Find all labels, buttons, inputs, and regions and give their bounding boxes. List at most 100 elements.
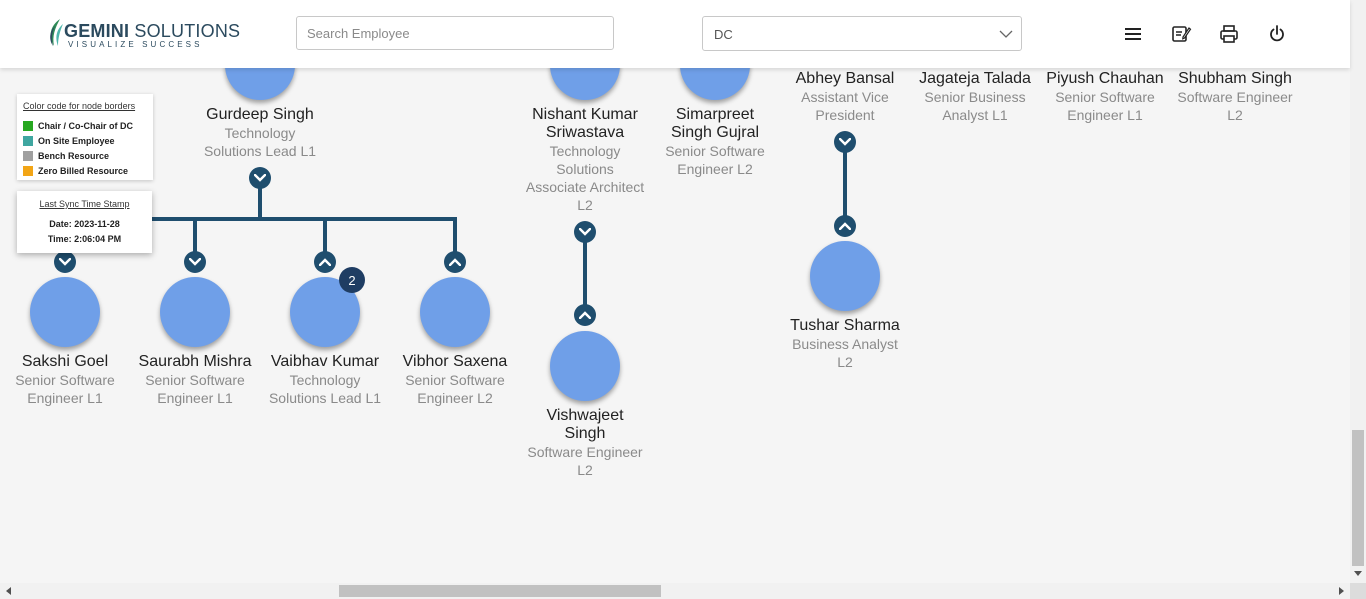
- legend-item: Bench Resource: [23, 150, 109, 162]
- horizontal-scroll-thumb[interactable]: [339, 585, 661, 597]
- employee-name: Tushar Sharma: [790, 317, 900, 334]
- node-gurdeep-text: Gurdeep Singh Technology Solutions Lead …: [190, 106, 330, 160]
- employee-role: Senior Software: [145, 372, 245, 388]
- legend-swatch: [23, 121, 33, 131]
- avatar-tushar[interactable]: [810, 241, 880, 311]
- employee-name: Sriwastava: [545, 124, 625, 141]
- employee-role: Software Engineer: [1177, 89, 1293, 105]
- menu-icon[interactable]: [1122, 23, 1144, 45]
- chevron-down-icon: [839, 138, 851, 146]
- employee-role: Engineer L2: [677, 161, 753, 177]
- collapse-toggle[interactable]: [249, 167, 271, 189]
- employee-role: Business Analyst: [792, 336, 898, 352]
- employee-role: Associate Architect: [525, 179, 645, 195]
- chevron-up-icon: [449, 258, 461, 266]
- collapse-toggle[interactable]: [834, 131, 856, 153]
- legend-item: Zero Billed Resource: [23, 165, 128, 177]
- search-employee-input[interactable]: [296, 16, 614, 50]
- node-jagateja-text: Jagateja Talada Senior Business Analyst …: [905, 70, 1045, 124]
- legend-label: Bench Resource: [38, 151, 110, 161]
- scrollbar-corner: [1350, 583, 1366, 599]
- scroll-left-arrow-icon[interactable]: [2, 583, 16, 599]
- employee-role: Senior Business: [924, 89, 1026, 105]
- employee-name: Gurdeep Singh: [206, 106, 314, 123]
- employee-role: L2: [1227, 107, 1243, 123]
- employee-name: Singh Gujral: [670, 124, 760, 141]
- employee-name: Vibhor Saxena: [402, 353, 508, 370]
- chevron-down-icon: [59, 258, 71, 266]
- employee-name: Vishwajeet: [546, 407, 624, 424]
- expand-toggle[interactable]: [184, 251, 206, 273]
- chevron-up-icon: [319, 258, 331, 266]
- employee-role: Solutions Lead L1: [268, 390, 382, 406]
- chevron-down-icon: [999, 30, 1013, 38]
- legend-label: Zero Billed Resource: [38, 166, 129, 176]
- chevron-down-icon: [254, 174, 266, 182]
- employee-role: L2: [837, 354, 853, 370]
- reportee-count-badge[interactable]: 2: [339, 267, 365, 293]
- avatar-saurabh[interactable]: [160, 277, 230, 347]
- employee-role: Senior Software: [1055, 89, 1155, 105]
- employee-role: Technology: [289, 372, 361, 388]
- node-nishant-text: Nishant Kumar Sriwastava Technology Solu…: [515, 106, 655, 214]
- employee-role: Technology: [224, 125, 296, 141]
- expand-toggle[interactable]: [54, 251, 76, 273]
- node-saurabh-text: Saurabh Mishra Senior Software Engineer …: [125, 353, 265, 407]
- horizontal-scrollbar[interactable]: [0, 583, 1350, 599]
- legend-label: Chair / Co-Chair of DC: [38, 121, 134, 131]
- legend-swatch: [23, 136, 33, 146]
- employee-role: L2: [577, 462, 593, 478]
- sync-time: Time: 2:06:04 PM: [47, 234, 122, 244]
- employee-role: President: [815, 107, 875, 123]
- border-color-legend: Color code for node borders Chair / Co-C…: [17, 94, 153, 180]
- vertical-scroll-thumb[interactable]: [1352, 430, 1364, 566]
- legend-title: Color code for node borders: [23, 101, 136, 111]
- node-vibhor-text: Vibhor Saxena Senior Software Engineer L…: [385, 353, 525, 407]
- collapse-toggle[interactable]: [444, 251, 466, 273]
- sync-date: Date: 2023-11-28: [49, 219, 120, 229]
- employee-role: Engineer L1: [1067, 107, 1143, 123]
- top-header: GEMINI SOLUTIONS VISUALIZE SUCCESS DC: [0, 0, 1350, 68]
- power-icon[interactable]: [1266, 23, 1288, 45]
- avatar-vishwajeet[interactable]: [550, 331, 620, 401]
- org-chart-canvas[interactable]: Gurdeep Singh Technology Solutions Lead …: [0, 0, 1350, 583]
- employee-name: Simarpreet: [675, 106, 755, 123]
- employee-role: Senior Software: [15, 372, 115, 388]
- employee-role: Engineer L2: [417, 390, 493, 406]
- employee-role: Software Engineer: [527, 444, 643, 460]
- chevron-down-icon: [579, 228, 591, 236]
- node-abhey-text: Abhey Bansal Assistant Vice President: [775, 70, 915, 124]
- logo-wordmark: GEMINI SOLUTIONS: [64, 21, 240, 42]
- node-sakshi-text: Sakshi Goel Senior Software Engineer L1: [0, 353, 135, 407]
- dc-select-value: DC: [714, 27, 733, 42]
- logo-light: SOLUTIONS: [129, 21, 241, 41]
- avatar-vibhor[interactable]: [420, 277, 490, 347]
- collapse-toggle[interactable]: [314, 251, 336, 273]
- dc-select[interactable]: DC: [702, 16, 1022, 51]
- scroll-right-arrow-icon[interactable]: [1334, 583, 1348, 599]
- employee-name: Jagateja Talada: [919, 70, 1031, 87]
- collapse-toggle[interactable]: [834, 215, 856, 237]
- collapse-toggle[interactable]: [574, 304, 596, 326]
- node-tushar-text: Tushar Sharma Business Analyst L2: [775, 317, 915, 371]
- avatar-sakshi[interactable]: [30, 277, 100, 347]
- logo-bold: GEMINI: [64, 21, 130, 41]
- employee-name: Shubham Singh: [1178, 70, 1292, 87]
- printer-icon[interactable]: [1218, 23, 1240, 45]
- legend-swatch: [23, 166, 33, 176]
- chevron-up-icon: [839, 222, 851, 230]
- chevron-down-icon: [189, 258, 201, 266]
- legend-swatch: [23, 151, 33, 161]
- employee-name: Nishant Kumar: [532, 106, 638, 123]
- notes-icon[interactable]: [1170, 23, 1192, 45]
- employee-role: Engineer L1: [157, 390, 233, 406]
- employee-name: Piyush Chauhan: [1046, 70, 1164, 87]
- node-piyush-text: Piyush Chauhan Senior Software Engineer …: [1035, 70, 1175, 124]
- employee-role: Analyst L1: [942, 107, 1008, 123]
- gemini-logo[interactable]: GEMINI SOLUTIONS VISUALIZE SUCCESS: [46, 16, 240, 52]
- leaf-logo-icon: [50, 19, 63, 46]
- collapse-toggle[interactable]: [574, 221, 596, 243]
- vertical-scrollbar[interactable]: [1350, 0, 1366, 583]
- legend-label: On Site Employee: [38, 136, 115, 146]
- scroll-down-arrow-icon[interactable]: [1350, 568, 1366, 580]
